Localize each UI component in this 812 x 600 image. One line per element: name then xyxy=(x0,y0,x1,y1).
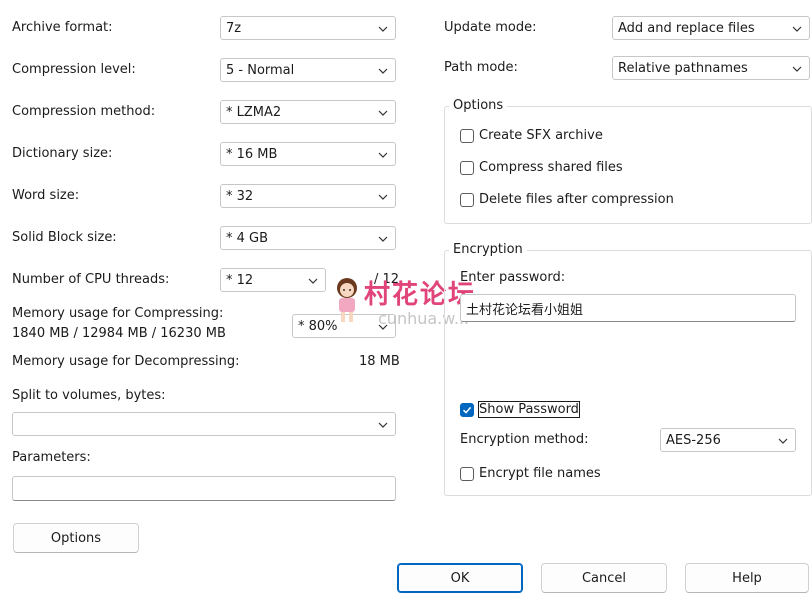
memory-decompress-value: 18 MB xyxy=(359,354,400,369)
chevron-down-icon xyxy=(378,26,388,32)
chevron-down-icon xyxy=(378,110,388,116)
path-mode-value: Relative pathnames xyxy=(618,60,748,76)
options-button[interactable]: Options xyxy=(13,523,139,553)
checkbox-box[interactable] xyxy=(460,128,474,143)
delete-after-label: Delete files after compression xyxy=(479,192,674,207)
compression-level-label: Compression level: xyxy=(12,62,136,77)
compression-level-value: 5 - Normal xyxy=(226,62,295,78)
chevron-down-icon xyxy=(378,152,388,158)
show-password-label: Show Password xyxy=(478,401,580,418)
chevron-down-icon xyxy=(308,278,318,284)
archive-format-select[interactable]: 7z xyxy=(220,16,396,40)
chevron-down-icon xyxy=(778,438,788,444)
chevron-down-icon xyxy=(792,26,802,32)
word-size-value: * 32 xyxy=(226,188,254,204)
cpu-threads-value: * 12 xyxy=(226,272,254,288)
path-mode-select[interactable]: Relative pathnames xyxy=(612,56,810,80)
delete-after-checkbox[interactable]: Delete files after compression xyxy=(460,192,674,207)
options-group-title: Options xyxy=(449,98,508,114)
checkbox-box[interactable] xyxy=(460,192,474,207)
memory-compress-detail: 1840 MB / 12984 MB / 16230 MB xyxy=(12,326,226,341)
checkbox-box[interactable] xyxy=(460,466,474,481)
chevron-down-icon xyxy=(792,66,802,72)
compress-shared-label: Compress shared files xyxy=(479,160,623,175)
split-volumes-combobox[interactable] xyxy=(12,412,396,436)
password-input[interactable]: 土村花论坛看小姐姐 xyxy=(460,294,796,322)
encryption-method-label: Encryption method: xyxy=(460,432,589,447)
checkbox-box-checked[interactable] xyxy=(460,402,474,417)
create-sfx-label: Create SFX archive xyxy=(479,128,603,143)
parameters-label: Parameters: xyxy=(12,450,91,465)
show-password-checkbox[interactable]: Show Password xyxy=(460,401,580,418)
help-button[interactable]: Help xyxy=(685,563,809,593)
create-sfx-checkbox[interactable]: Create SFX archive xyxy=(460,128,603,143)
archive-format-label: Archive format: xyxy=(12,20,113,35)
update-mode-label: Update mode: xyxy=(444,20,537,35)
chevron-down-icon xyxy=(378,68,388,74)
chevron-down-icon xyxy=(378,422,388,428)
dictionary-size-select[interactable]: * 16 MB xyxy=(220,142,396,166)
word-size-select[interactable]: * 32 xyxy=(220,184,396,208)
enter-password-label: Enter password: xyxy=(460,270,566,285)
dictionary-size-value: * 16 MB xyxy=(226,146,278,162)
word-size-label: Word size: xyxy=(12,188,80,203)
cpu-threads-select[interactable]: * 12 xyxy=(220,268,326,292)
chevron-down-icon xyxy=(378,194,388,200)
solid-block-size-select[interactable]: * 4 GB xyxy=(220,226,396,250)
encrypt-names-checkbox[interactable]: Encrypt file names xyxy=(460,466,601,481)
chevron-down-icon xyxy=(378,236,388,242)
path-mode-label: Path mode: xyxy=(444,60,518,75)
compression-level-select[interactable]: 5 - Normal xyxy=(220,58,396,82)
update-mode-value: Add and replace files xyxy=(618,20,755,36)
cancel-button[interactable]: Cancel xyxy=(541,563,667,593)
solid-block-size-label: Solid Block size: xyxy=(12,230,117,245)
encryption-group xyxy=(444,250,812,496)
ok-button[interactable]: OK xyxy=(397,563,523,593)
checkmark-icon xyxy=(462,406,472,414)
watermark-girl-icon xyxy=(330,276,364,326)
compression-method-label: Compression method: xyxy=(12,104,156,119)
encrypt-names-label: Encrypt file names xyxy=(479,466,601,481)
update-mode-select[interactable]: Add and replace files xyxy=(612,16,810,40)
cpu-threads-label: Number of CPU threads: xyxy=(12,272,170,287)
memory-decompress-label: Memory usage for Decompressing: xyxy=(12,354,240,369)
split-volumes-label: Split to volumes, bytes: xyxy=(12,388,166,403)
encryption-method-select[interactable]: AES-256 xyxy=(660,428,796,452)
checkbox-box[interactable] xyxy=(460,160,474,175)
compression-method-select[interactable]: * LZMA2 xyxy=(220,100,396,124)
solid-block-size-value: * 4 GB xyxy=(226,230,269,246)
compress-shared-checkbox[interactable]: Compress shared files xyxy=(460,160,623,175)
archive-format-value: 7z xyxy=(226,20,242,36)
encryption-method-value: AES-256 xyxy=(666,432,721,448)
dictionary-size-label: Dictionary size: xyxy=(12,146,113,161)
compression-method-value: * LZMA2 xyxy=(226,104,282,120)
memory-compress-label: Memory usage for Compressing: xyxy=(12,306,224,321)
encryption-group-title: Encryption xyxy=(449,242,527,258)
parameters-input[interactable] xyxy=(12,476,396,501)
